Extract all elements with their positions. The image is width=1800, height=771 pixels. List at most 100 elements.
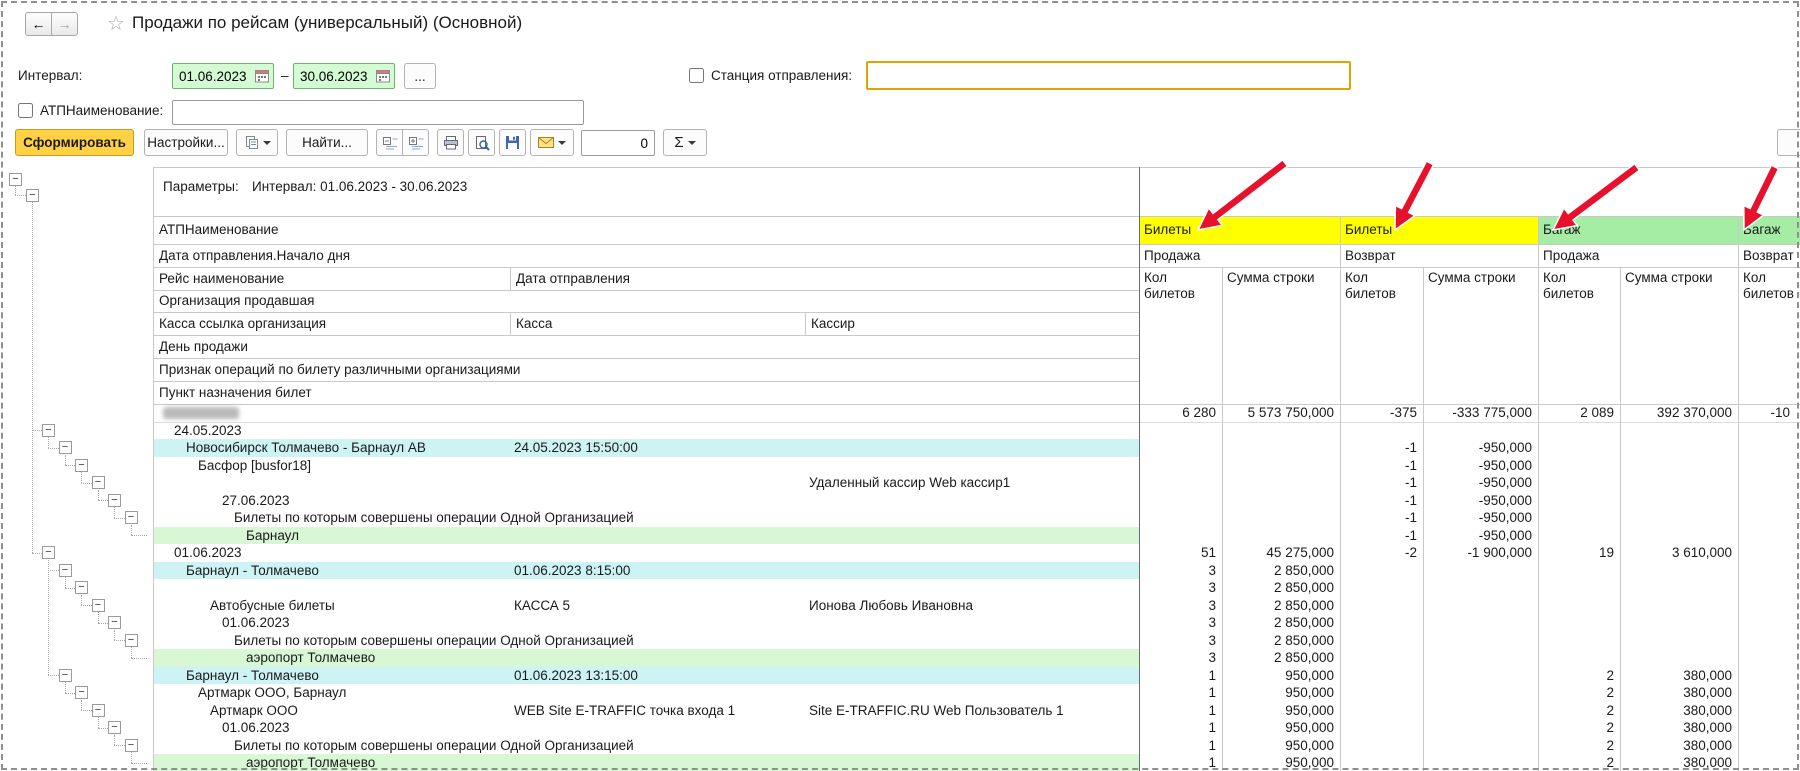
row-desc-cell[interactable]: аэропорт Толмачево bbox=[246, 649, 375, 667]
preview-button[interactable] bbox=[468, 129, 495, 156]
row-desc-cell[interactable]: Билеты по которым совершены операции Одн… bbox=[234, 632, 634, 650]
row-value-cell[interactable]: 2 089 bbox=[1538, 404, 1614, 422]
column-group-header[interactable]: Багаж bbox=[1538, 216, 1738, 244]
row-value-cell[interactable]: -1 bbox=[1340, 492, 1417, 510]
row-value-cell[interactable]: -1 bbox=[1340, 439, 1417, 457]
row-desc-cell[interactable]: Новосибирск Толмачево - Барнаул АВ bbox=[186, 439, 426, 457]
row-desc-cell[interactable]: Билеты по которым совершены операции Одн… bbox=[234, 509, 634, 527]
calendar-icon[interactable] bbox=[372, 69, 394, 83]
row-value-cell[interactable]: 380,000 bbox=[1620, 702, 1732, 720]
tree-expander[interactable]: − bbox=[108, 721, 121, 734]
row-value-cell[interactable]: 1 bbox=[1139, 754, 1216, 771]
row-header-cell[interactable]: Кассир bbox=[811, 312, 855, 335]
send-mail-button[interactable] bbox=[530, 129, 574, 156]
tree-expander[interactable]: − bbox=[92, 599, 105, 612]
row-value-cell[interactable]: 950,000 bbox=[1222, 737, 1334, 755]
row-header-cell[interactable]: Организация продавшая bbox=[159, 290, 314, 312]
row-value-cell[interactable]: 950,000 bbox=[1222, 754, 1334, 771]
tree-expander[interactable]: − bbox=[125, 739, 138, 752]
row-value-cell[interactable]: 1 bbox=[1139, 737, 1216, 755]
row-desc-cell[interactable]: 24.05.2023 15:50:00 bbox=[514, 439, 638, 457]
row-value-cell[interactable]: 380,000 bbox=[1620, 667, 1732, 685]
row-value-cell[interactable]: 1 bbox=[1139, 667, 1216, 685]
row-desc-cell[interactable]: 27.06.2023 bbox=[222, 492, 290, 510]
row-value-cell[interactable]: -950,000 bbox=[1423, 509, 1532, 527]
settings-button[interactable]: Настройки... bbox=[144, 129, 228, 156]
row-header-cell[interactable]: День продажи bbox=[159, 335, 248, 358]
row-desc-cell[interactable]: 24.05.2023 bbox=[174, 422, 242, 440]
tree-expander[interactable]: − bbox=[75, 459, 88, 472]
tree-expander[interactable]: − bbox=[26, 189, 39, 202]
expand-groups-button[interactable] bbox=[402, 129, 429, 156]
measure-header[interactable]: Кол билетов bbox=[1543, 270, 1617, 302]
row-desc-cell[interactable]: Билеты по которым совершены операции Одн… bbox=[234, 737, 634, 755]
date-to-input[interactable] bbox=[294, 69, 372, 84]
row-value-cell[interactable]: 2 850,000 bbox=[1222, 579, 1334, 597]
sum-button[interactable]: Σ bbox=[663, 129, 707, 156]
column-group-header[interactable]: Билеты bbox=[1340, 216, 1538, 244]
row-value-cell[interactable]: 19 bbox=[1538, 544, 1614, 562]
row-value-cell[interactable]: 2 bbox=[1538, 667, 1614, 685]
row-value-cell[interactable]: -950,000 bbox=[1423, 457, 1532, 475]
column-group-header[interactable]: Билеты bbox=[1139, 216, 1340, 244]
row-desc-cell[interactable]: WEB Site E-TRAFFIC точка входа 1 bbox=[514, 702, 735, 720]
row-header-cell[interactable]: Дата отправления bbox=[516, 267, 630, 290]
row-value-cell[interactable]: 6 280 bbox=[1139, 404, 1216, 422]
row-desc-cell[interactable]: Барнаул - Толмачево bbox=[186, 562, 319, 580]
generate-button[interactable]: Сформировать bbox=[15, 129, 134, 156]
row-value-cell[interactable]: -10 bbox=[1738, 404, 1790, 422]
print-button[interactable] bbox=[437, 129, 464, 156]
column-subgroup-header[interactable]: Возврат bbox=[1345, 244, 1396, 267]
row-value-cell[interactable]: 2 bbox=[1538, 737, 1614, 755]
calendar-icon[interactable] bbox=[251, 69, 273, 83]
row-value-cell[interactable]: -2 bbox=[1340, 544, 1417, 562]
measure-header[interactable]: Сумма строки bbox=[1625, 270, 1735, 286]
collapse-groups-button[interactable] bbox=[376, 129, 403, 156]
tree-expander[interactable]: − bbox=[59, 564, 72, 577]
tree-expander[interactable]: − bbox=[9, 173, 22, 186]
row-value-cell[interactable]: 3 bbox=[1139, 632, 1216, 650]
row-header-cell[interactable]: Пункт назначения билет bbox=[159, 381, 312, 404]
tree-expander[interactable]: − bbox=[42, 424, 55, 437]
row-value-cell[interactable]: 1 bbox=[1139, 702, 1216, 720]
column-subgroup-header[interactable]: Продажа bbox=[1144, 244, 1200, 267]
row-value-cell[interactable]: 1 bbox=[1139, 684, 1216, 702]
tree-expander[interactable]: − bbox=[108, 494, 121, 507]
tree-expander[interactable]: − bbox=[108, 616, 121, 629]
row-value-cell[interactable]: 392 370,000 bbox=[1620, 404, 1732, 422]
row-value-cell[interactable]: 2 850,000 bbox=[1222, 597, 1334, 615]
tree-expander[interactable]: − bbox=[92, 476, 105, 489]
measure-header[interactable]: Сумма строки bbox=[1227, 270, 1337, 286]
row-value-cell[interactable]: 2 bbox=[1538, 684, 1614, 702]
row-value-cell[interactable]: -375 bbox=[1340, 404, 1417, 422]
save-button[interactable] bbox=[499, 129, 526, 156]
row-value-cell[interactable]: 2 850,000 bbox=[1222, 614, 1334, 632]
row-value-cell[interactable]: 1 bbox=[1139, 719, 1216, 737]
row-value-cell[interactable]: 45 275,000 bbox=[1222, 544, 1334, 562]
row-value-cell[interactable]: 2 bbox=[1538, 702, 1614, 720]
row-value-cell[interactable]: 950,000 bbox=[1222, 667, 1334, 685]
row-value-cell[interactable]: 3 bbox=[1139, 562, 1216, 580]
row-value-cell[interactable]: 380,000 bbox=[1620, 754, 1732, 771]
row-value-cell[interactable]: 380,000 bbox=[1620, 737, 1732, 755]
row-value-cell[interactable]: 380,000 bbox=[1620, 719, 1732, 737]
row-desc-cell[interactable]: Ионова Любовь Ивановна bbox=[809, 597, 973, 615]
row-desc-cell[interactable]: Site E-TRAFFIC.RU Web Пользователь 1 bbox=[809, 702, 1064, 720]
row-value-cell[interactable]: 950,000 bbox=[1222, 719, 1334, 737]
column-subgroup-header[interactable]: Возврат bbox=[1743, 244, 1794, 267]
atp-input[interactable] bbox=[172, 100, 584, 125]
row-value-cell[interactable]: 2 850,000 bbox=[1222, 649, 1334, 667]
forward-button[interactable]: → bbox=[51, 12, 78, 36]
row-value-cell[interactable]: -1 900,000 bbox=[1423, 544, 1532, 562]
row-value-cell[interactable]: -1 bbox=[1340, 527, 1417, 545]
row-desc-cell[interactable]: Автобусные билеты bbox=[210, 597, 335, 615]
row-value-cell[interactable]: -950,000 bbox=[1423, 474, 1532, 492]
row-desc-cell[interactable]: 01.06.2023 bbox=[222, 719, 290, 737]
interval-options-button[interactable]: ... bbox=[404, 63, 436, 89]
counter-input[interactable] bbox=[581, 130, 655, 156]
row-value-cell[interactable]: 950,000 bbox=[1222, 702, 1334, 720]
column-subgroup-header[interactable]: Продажа bbox=[1543, 244, 1599, 267]
row-value-cell[interactable]: -1 bbox=[1340, 474, 1417, 492]
row-header-cell[interactable]: Касса bbox=[516, 312, 552, 335]
row-desc-cell[interactable]: Барнаул - Толмачево bbox=[186, 667, 319, 685]
